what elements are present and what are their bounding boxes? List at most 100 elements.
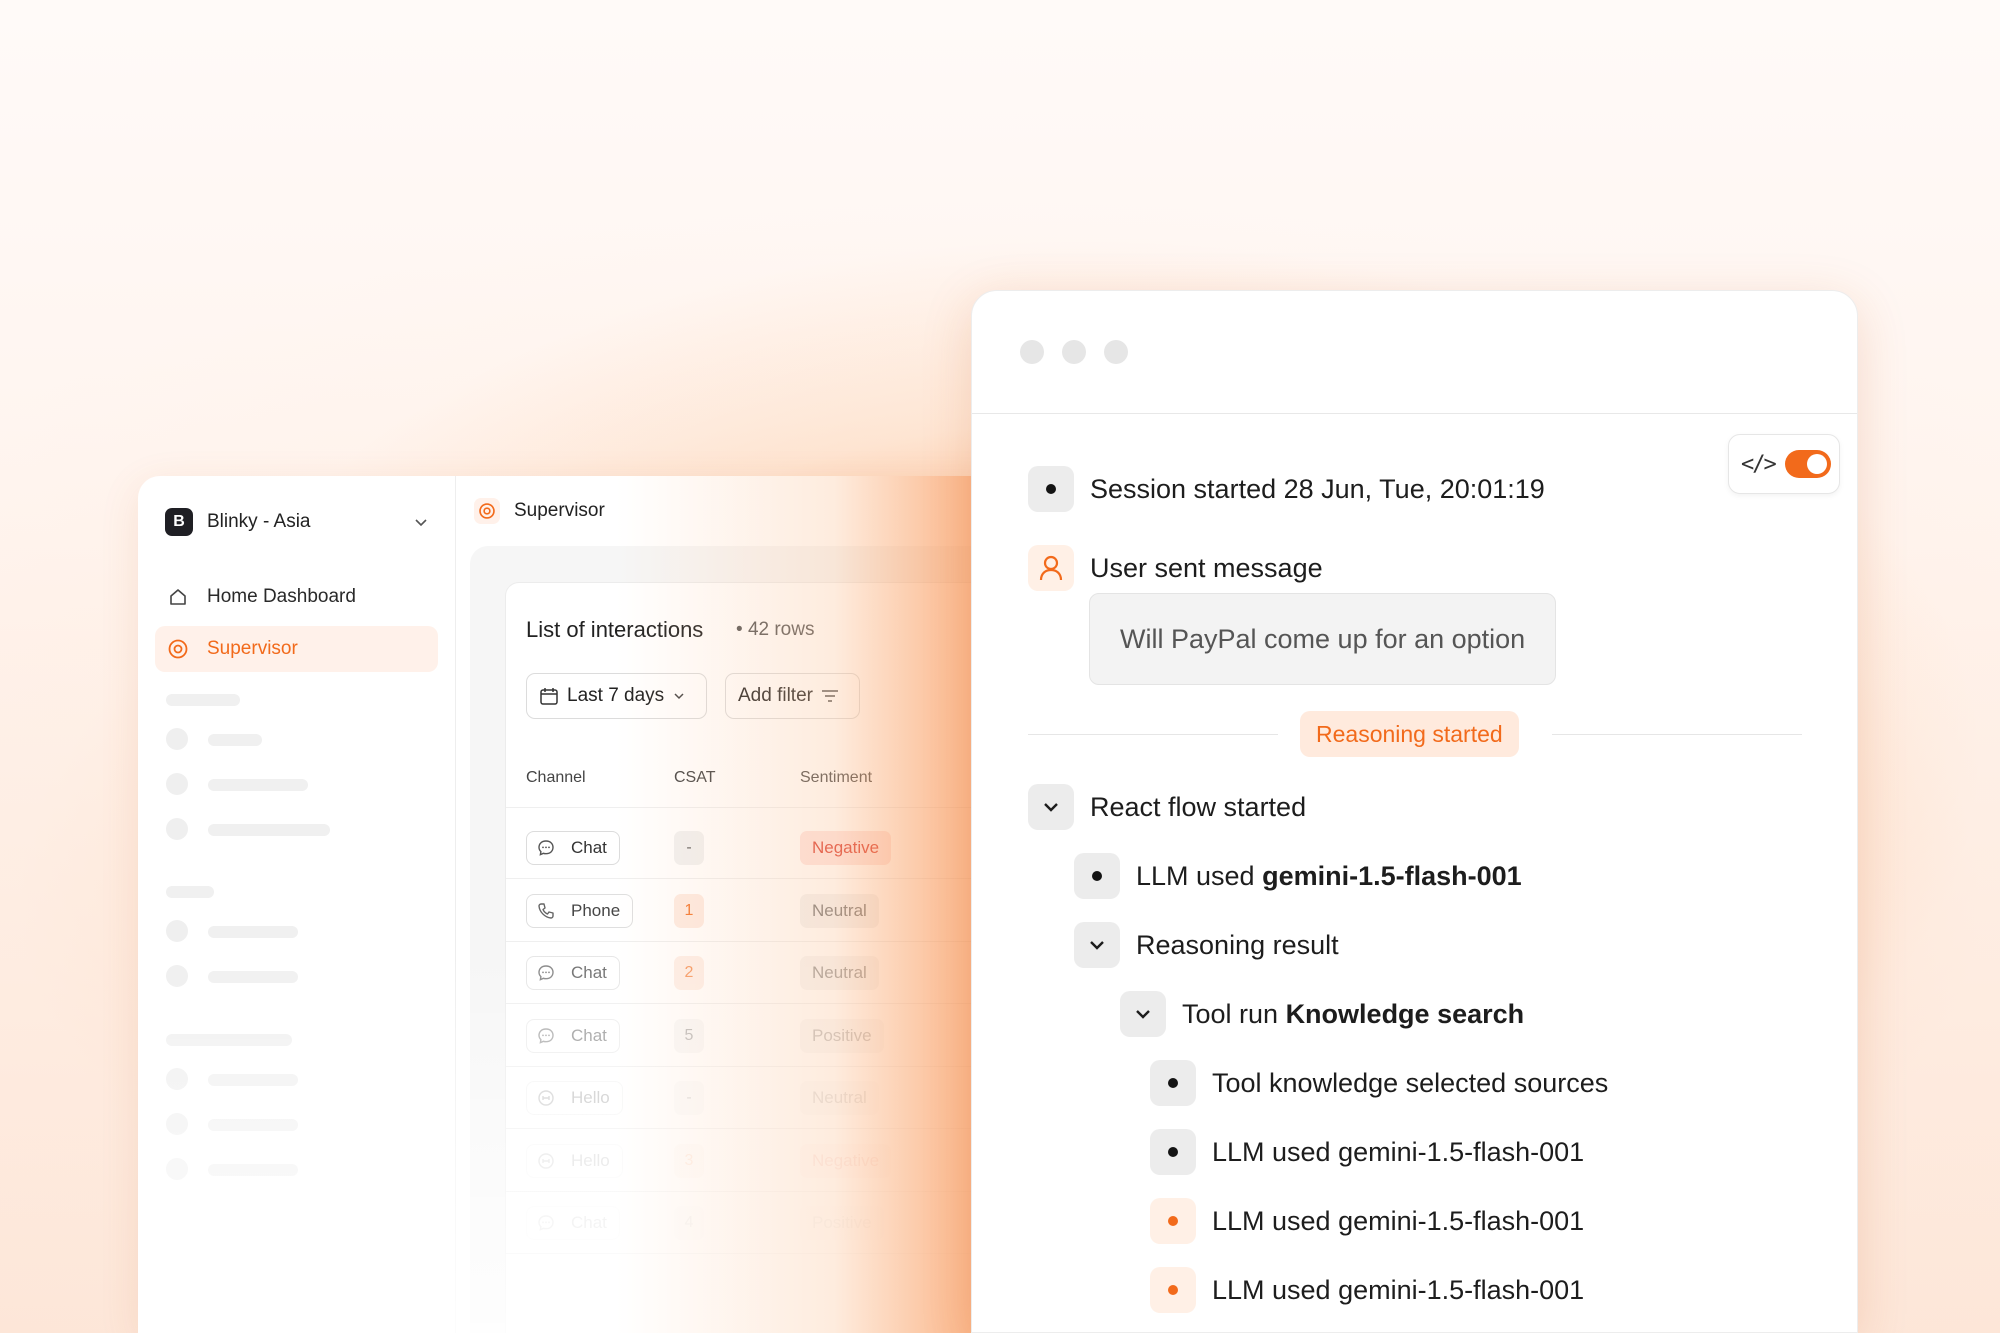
date-filter-button[interactable]: Last 7 days: [526, 673, 708, 719]
channel-label: Chat: [571, 1213, 607, 1232]
event-react-flow[interactable]: React flow started: [1028, 784, 1306, 830]
skeleton-icon: [166, 773, 188, 795]
calendar-icon: [540, 688, 558, 705]
event-llm-used: LLM used gemini-1.5-flash-001: [1150, 1267, 1584, 1313]
skeleton-line: [208, 1074, 298, 1086]
event-marker: [1074, 853, 1120, 899]
skeleton-heading: [166, 886, 214, 898]
channel-label: Chat: [571, 838, 607, 857]
column-header-channel: Channel: [526, 769, 586, 786]
skeleton-icon: [166, 818, 188, 840]
hello-icon: [537, 1152, 563, 1170]
skeleton-line: [208, 824, 330, 836]
sidebar-item-supervisor[interactable]: Supervisor: [155, 626, 438, 672]
csat-badge: 3: [674, 1143, 704, 1178]
skeleton-icon: [166, 965, 188, 987]
main-content: List of interactions • 42 rows Last 7 da…: [470, 546, 1008, 1333]
channel-label: Chat: [571, 1025, 607, 1045]
user-message-bubble: Will PayPal come up for an option: [1089, 593, 1557, 685]
skeleton-icon: [166, 1158, 188, 1180]
event-llm-used: LLM used gemini-1.5-flash-001: [1150, 1129, 1584, 1175]
channel-chip: Hello: [526, 1081, 623, 1115]
chevron-down-icon[interactable]: [1120, 991, 1166, 1037]
event-marker-active: [1150, 1267, 1196, 1313]
phone-icon: [537, 902, 563, 920]
add-filter-label: Add filter: [738, 685, 813, 706]
csat-badge: 4: [674, 1206, 704, 1240]
sentiment-badge: Neutral: [800, 1081, 879, 1115]
event-user-sent: User sent message: [1028, 545, 1323, 591]
table-row[interactable]: Chat 5 Positive: [506, 1018, 1008, 1053]
row-divider: [506, 1128, 1008, 1129]
dashboard-window: B Blinky - Asia Home Dashboard Superviso…: [138, 476, 1008, 1333]
column-header-sentiment: Sentiment: [800, 769, 873, 786]
sidebar-item-label: Supervisor: [207, 638, 298, 659]
channel-chip: Chat: [526, 1018, 620, 1053]
window-titlebar: [972, 291, 1857, 414]
row-divider: [506, 878, 1008, 879]
event-session-started: Session started 28 Jun, Tue, 20:01:19: [1028, 466, 1545, 512]
event-tool-run[interactable]: Tool run Knowledge search: [1120, 991, 1524, 1037]
page-header: Supervisor: [456, 476, 1008, 546]
window-control-dot[interactable]: [1020, 340, 1044, 364]
table-row[interactable]: Hello 3 Negative: [506, 1143, 1008, 1178]
toggle-knob: [1806, 454, 1827, 474]
workspace-badge: B: [165, 508, 193, 536]
chat-icon: [537, 839, 563, 857]
code-view-toggle[interactable]: </>: [1728, 434, 1840, 494]
chevron-down-icon[interactable]: [1074, 922, 1120, 968]
sidebar: B Blinky - Asia Home Dashboard Superviso…: [138, 476, 456, 1333]
row-divider: [506, 940, 1008, 942]
skeleton-line: [208, 734, 262, 746]
supervisor-icon: [167, 638, 189, 660]
event-marker: [1028, 466, 1074, 512]
event-marker: [1150, 1129, 1196, 1175]
workspace-switcher[interactable]: B Blinky - Asia: [155, 504, 438, 540]
row-divider: [506, 1190, 1008, 1192]
window-control-dot[interactable]: [1104, 340, 1128, 364]
skeleton-heading: [166, 694, 240, 706]
channel-label: Hello: [571, 1150, 610, 1170]
channel-label: Phone: [571, 900, 621, 920]
interactions-count: • 42 rows: [736, 619, 815, 640]
skeleton-icon: [166, 920, 188, 942]
event-llm-used: LLM used gemini-1.5-flash-001: [1150, 1198, 1584, 1244]
channel-chip: Chat: [526, 831, 620, 865]
table-row[interactable]: Hello - Neutral: [506, 1081, 1008, 1115]
skeleton-line: [208, 926, 298, 938]
skeleton-line: [208, 971, 298, 983]
table-row[interactable]: Chat - Negative: [506, 831, 1008, 865]
csat-badge: -: [674, 831, 704, 865]
channel-label: Chat: [571, 963, 607, 982]
sentiment-badge: Negative: [800, 1143, 892, 1178]
toggle-switch[interactable]: [1784, 450, 1831, 478]
divider-line: [1028, 734, 1278, 735]
session-log-window: </> Session started 28 Jun, Tue, 20:01:1…: [971, 290, 1858, 1333]
sidebar-item-label: Home Dashboard: [207, 586, 356, 607]
csat-badge: 1: [674, 893, 704, 928]
supervisor-icon: [474, 498, 500, 524]
table-row[interactable]: Chat 4 Positive: [506, 1206, 1008, 1240]
csat-badge: 5: [674, 1018, 704, 1053]
interactions-title: List of interactions: [526, 617, 704, 642]
csat-badge: 2: [674, 956, 704, 990]
sidebar-item-home-dashboard[interactable]: Home Dashboard: [155, 574, 438, 620]
chevron-down-icon: [415, 519, 427, 527]
csat-badge: -: [674, 1081, 704, 1115]
row-count: 42 rows: [747, 619, 815, 640]
add-filter-button[interactable]: Add filter: [725, 673, 860, 719]
row-divider: [506, 1065, 1008, 1067]
sentiment-badge: Positive: [800, 1206, 884, 1240]
page-title: Supervisor: [514, 500, 605, 521]
row-divider: [506, 1003, 1008, 1004]
table-row[interactable]: Chat 2 Neutral: [506, 956, 1008, 990]
table-row[interactable]: Phone 1 Neutral: [506, 893, 1008, 928]
chat-icon: [537, 964, 563, 982]
skeleton-heading: [166, 1034, 292, 1046]
chevron-down-icon[interactable]: [1028, 784, 1074, 830]
window-control-dot[interactable]: [1062, 340, 1086, 364]
skeleton-line: [208, 1164, 298, 1176]
event-reasoning-result[interactable]: Reasoning result: [1074, 922, 1339, 968]
channel-chip: Chat: [526, 956, 620, 990]
skeleton-line: [208, 1119, 298, 1131]
